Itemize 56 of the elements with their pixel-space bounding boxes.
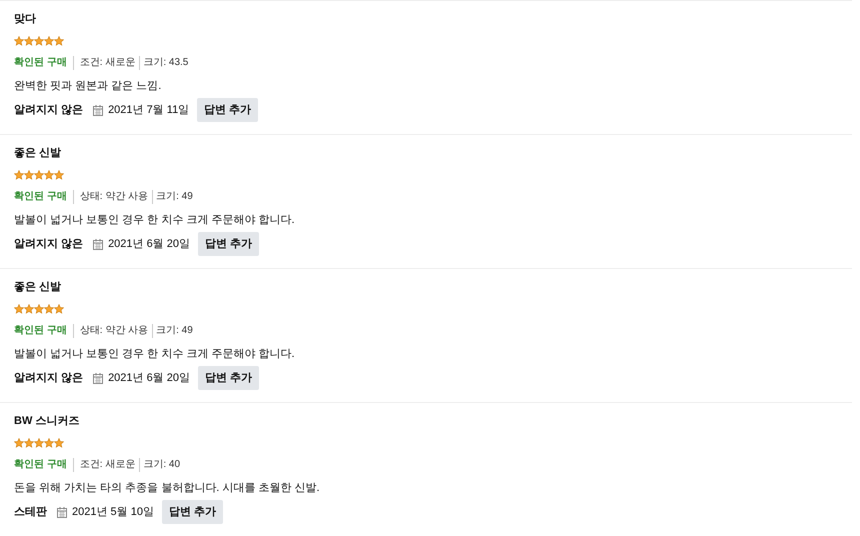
- star-icon: [34, 438, 44, 448]
- verified-purchase-label: 확인된 구매: [14, 56, 67, 68]
- star-icon: [14, 304, 24, 314]
- reply-button[interactable]: 답변 추가: [198, 366, 260, 390]
- author-name: 스테판: [14, 504, 47, 520]
- review-text: 발볼이 넓거나 보통인 경우 한 치수 크게 주문해야 합니다.: [14, 346, 295, 362]
- review-date: 2021년 6월 20일: [108, 370, 190, 386]
- author-name: 알려지지 않은: [14, 236, 84, 252]
- review-title: BW 스니커즈: [14, 414, 80, 429]
- author-name: 알려지지 않은: [14, 102, 84, 118]
- verified-purchase-label: 확인된 구매: [14, 324, 67, 336]
- review-text: 발볼이 넓거나 보통인 경우 한 치수 크게 주문해야 합니다.: [14, 212, 295, 228]
- calendar-icon: [93, 104, 104, 116]
- star-icon: [44, 170, 54, 180]
- size-text: 크기: 49: [156, 324, 193, 336]
- star-icon: [54, 170, 64, 180]
- star-icon: [54, 36, 64, 46]
- star-icon: [44, 438, 54, 448]
- calendar-icon: [93, 372, 104, 384]
- verified-purchase-label: 확인된 구매: [14, 458, 67, 470]
- calendar-icon: [57, 506, 67, 518]
- review-title: 맞다: [14, 12, 36, 27]
- review-title: 좋은 신발: [14, 146, 62, 161]
- star-icon: [34, 304, 44, 314]
- condition-text: 조건: 새로운: [80, 56, 136, 68]
- star-icon: [54, 304, 64, 314]
- condition-text: 조건: 새로운: [80, 458, 136, 470]
- review-title: 좋은 신발: [14, 280, 62, 295]
- reply-button[interactable]: 답변 추가: [198, 232, 260, 256]
- star-icon: [34, 170, 44, 180]
- reply-button[interactable]: 답변 추가: [197, 98, 258, 122]
- condition-text: 상태: 약간 사용: [80, 324, 148, 336]
- condition-text: 상태: 약간 사용: [80, 190, 148, 202]
- author-name: 알려지지 않은: [14, 370, 84, 386]
- star-icon: [24, 438, 34, 448]
- review-date: 2021년 7월 11일: [108, 102, 190, 118]
- star-icon: [34, 36, 44, 46]
- star-icon: [14, 170, 24, 180]
- reply-button[interactable]: 답변 추가: [162, 500, 223, 524]
- size-text: 크기: 40: [143, 458, 180, 470]
- star-icon: [24, 170, 34, 180]
- star-icon: [44, 36, 54, 46]
- review-date: 2021년 6월 20일: [108, 236, 190, 252]
- review-text: 완벽한 핏과 원본과 같은 느낌.: [14, 78, 162, 94]
- calendar-icon: [93, 238, 104, 250]
- star-icon: [24, 304, 34, 314]
- size-text: 크기: 49: [156, 190, 193, 202]
- star-icon: [24, 36, 34, 46]
- star-icon: [14, 36, 24, 46]
- review-text: 돈을 위해 가치는 타의 추종을 불허합니다. 시대를 초월한 신발.: [14, 480, 320, 496]
- star-icon: [44, 304, 54, 314]
- verified-purchase-label: 확인된 구매: [14, 190, 67, 202]
- star-icon: [54, 438, 64, 448]
- review-date: 2021년 5월 10일: [72, 504, 154, 520]
- size-text: 크기: 43.5: [143, 56, 188, 68]
- star-icon: [14, 438, 24, 448]
